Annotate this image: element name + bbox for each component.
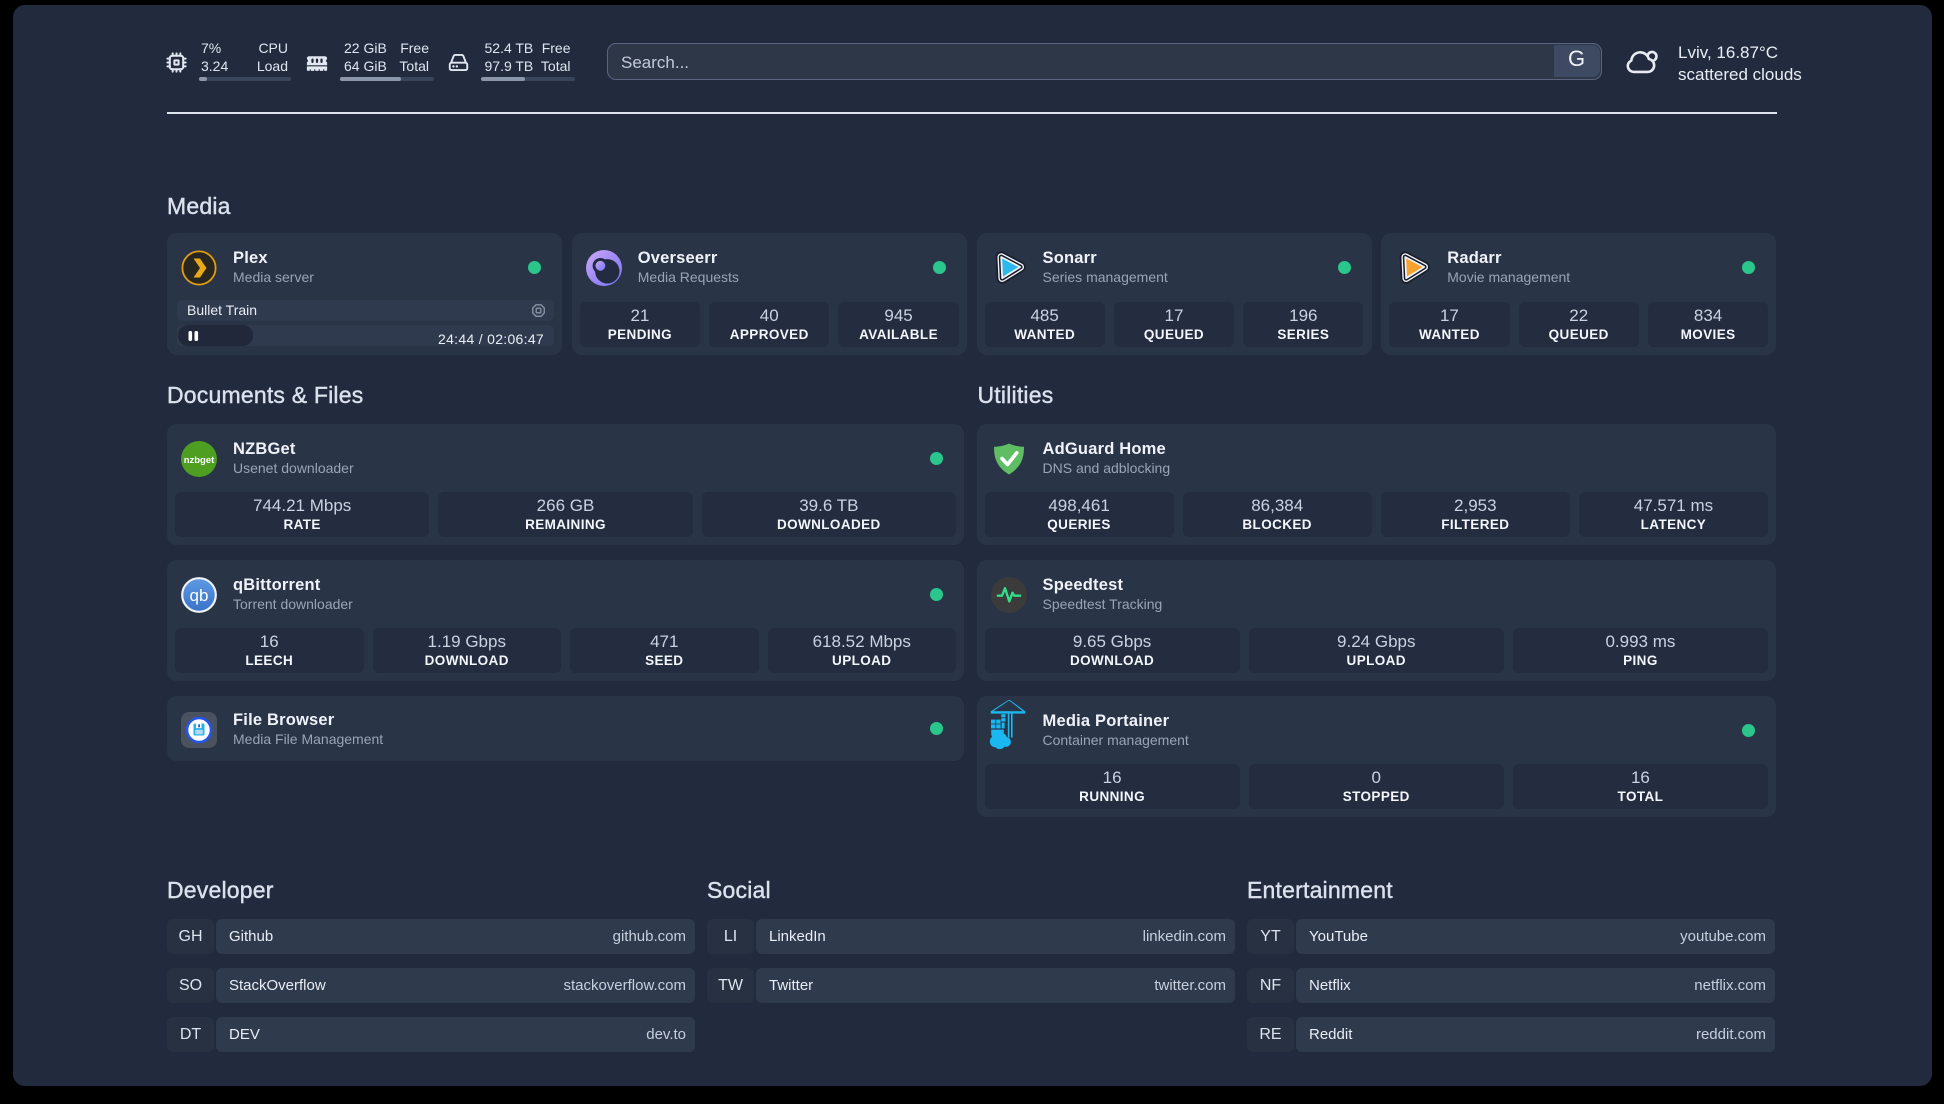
svg-text:qb: qb — [190, 586, 209, 605]
svg-text:nzbget: nzbget — [184, 455, 215, 466]
